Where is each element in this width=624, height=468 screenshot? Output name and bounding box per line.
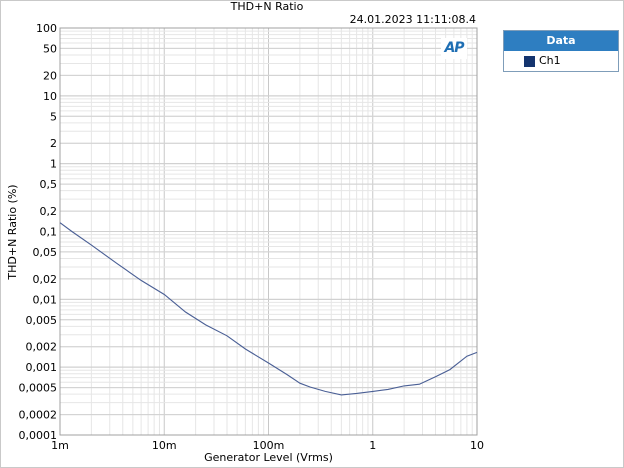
chart-timestamp: 24.01.2023 11:11:08.4 (349, 13, 476, 26)
y-tick-label: 0,0005 (19, 382, 58, 395)
y-tick-label: 2 (50, 137, 57, 150)
y-axis-label: THD+N Ratio (%) (6, 184, 19, 280)
y-tick-label: 0,002 (26, 341, 58, 354)
legend-panel: Data Ch1 (503, 30, 619, 72)
y-tick-label: 0,0002 (19, 409, 58, 422)
legend-item-ch1[interactable]: Ch1 (504, 51, 618, 71)
y-tick-label: 0,005 (26, 314, 58, 327)
y-tick-label: 0,01 (33, 293, 58, 306)
ap-logo: AP (441, 38, 467, 59)
y-tick-label: 20 (43, 69, 57, 82)
y-tick-label: 0,05 (33, 246, 58, 259)
y-tick-label: 100 (36, 22, 57, 35)
y-tick-label: 50 (43, 42, 57, 55)
y-tick-label: 0,001 (26, 361, 58, 374)
legend-header: Data (504, 31, 618, 51)
y-tick-label: 0,5 (40, 178, 58, 191)
y-tick-label: 0,2 (40, 205, 58, 218)
y-tick-label: 0,02 (33, 273, 58, 286)
ap-logo-text: AP (444, 40, 464, 56)
legend-swatch-ch1 (524, 56, 535, 67)
x-axis-label: Generator Level (Vrms) (204, 451, 333, 464)
y-tick-label: 10 (43, 90, 57, 103)
legend-label-ch1: Ch1 (539, 54, 561, 67)
y-tick-label: 0,1 (40, 226, 58, 239)
y-tick-label: 5 (50, 110, 57, 123)
y-tick-label: 1 (50, 158, 57, 171)
chart-title: THD+N Ratio (230, 0, 304, 13)
